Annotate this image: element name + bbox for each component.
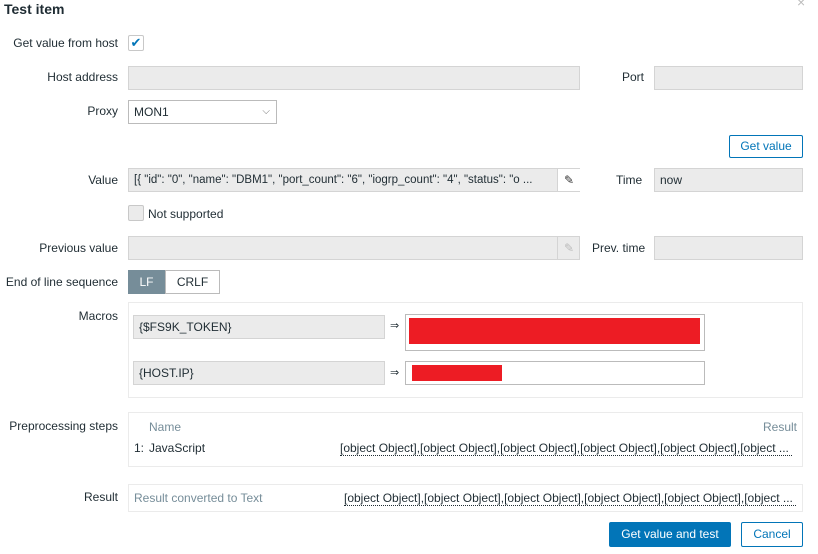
prev-time-input[interactable]	[654, 236, 803, 260]
preprocessing-label: Preprocessing steps	[9, 419, 118, 433]
step-result[interactable]: [object Object],[object Object],[object …	[340, 441, 792, 456]
result-label: Result	[83, 490, 118, 504]
eol-crlf-option[interactable]: CRLF	[165, 270, 220, 294]
get-value-from-host-checkbox[interactable]: ✔	[128, 35, 144, 51]
redacted-block	[412, 365, 502, 381]
macro-value-input[interactable]	[405, 314, 705, 351]
cancel-button[interactable]: Cancel	[741, 522, 803, 547]
result-box: Result converted to Text [object Object]…	[128, 484, 803, 512]
get-value-button[interactable]: Get value	[729, 135, 803, 158]
eol-label: End of line sequence	[5, 275, 118, 289]
macro-name: {HOST.IP}	[133, 361, 385, 385]
prev-time-label: Prev. time	[592, 241, 646, 255]
not-supported-checkbox[interactable]	[128, 205, 144, 221]
time-label: Time	[616, 173, 643, 187]
close-icon[interactable]: ×	[797, 0, 805, 10]
column-header-result: Result	[762, 420, 797, 434]
arrow-icon: ⇒	[390, 320, 400, 332]
checkmark-icon: ✔	[130, 35, 142, 50]
edit-value-button[interactable]: ✎	[557, 169, 580, 191]
macros-table: {$FS9K_TOKEN} ⇒ {HOST.IP} ⇒	[128, 302, 803, 398]
arrow-icon: ⇒	[390, 367, 400, 379]
not-supported-label: Not supported	[148, 207, 224, 221]
value-input[interactable]: [{ "id": "0", "name": "DBM1", "port_coun…	[128, 168, 580, 192]
pencil-icon: ✎	[557, 237, 580, 259]
macro-name: {$FS9K_TOKEN}	[133, 315, 385, 339]
step-name: JavaScript	[149, 441, 206, 455]
eol-lf-option[interactable]: LF	[128, 270, 165, 294]
result-value[interactable]: [object Object],[object Object],[object …	[344, 491, 796, 506]
value-label: Value	[88, 173, 118, 187]
get-value-from-host-label: Get value from host	[13, 36, 118, 50]
proxy-select[interactable]: MON1 ⌵	[128, 100, 277, 124]
port-input[interactable]	[654, 66, 803, 90]
result-type: Result converted to Text	[134, 491, 263, 505]
redacted-block	[409, 318, 700, 344]
pencil-icon: ✎	[563, 173, 575, 187]
time-input[interactable]: now	[654, 168, 803, 192]
column-header-name: Name	[149, 420, 182, 434]
port-label: Port	[622, 70, 645, 84]
preprocessing-table: Name Result 1: JavaScript [object Object…	[128, 412, 803, 467]
previous-value-input[interactable]	[128, 236, 580, 260]
get-value-and-test-button[interactable]: Get value and test	[609, 522, 731, 547]
host-address-label: Host address	[47, 70, 118, 84]
macro-value-input[interactable]	[405, 361, 705, 385]
chevron-down-icon: ⌵	[262, 106, 270, 117]
proxy-label: Proxy	[87, 104, 118, 118]
previous-value-label: Previous value	[39, 241, 118, 255]
step-number: 1:	[134, 441, 145, 455]
proxy-selected-value: MON1	[134, 105, 169, 119]
dialog-title: Test item	[4, 1, 65, 17]
macros-label: Macros	[78, 309, 118, 323]
host-address-input[interactable]	[128, 66, 580, 90]
